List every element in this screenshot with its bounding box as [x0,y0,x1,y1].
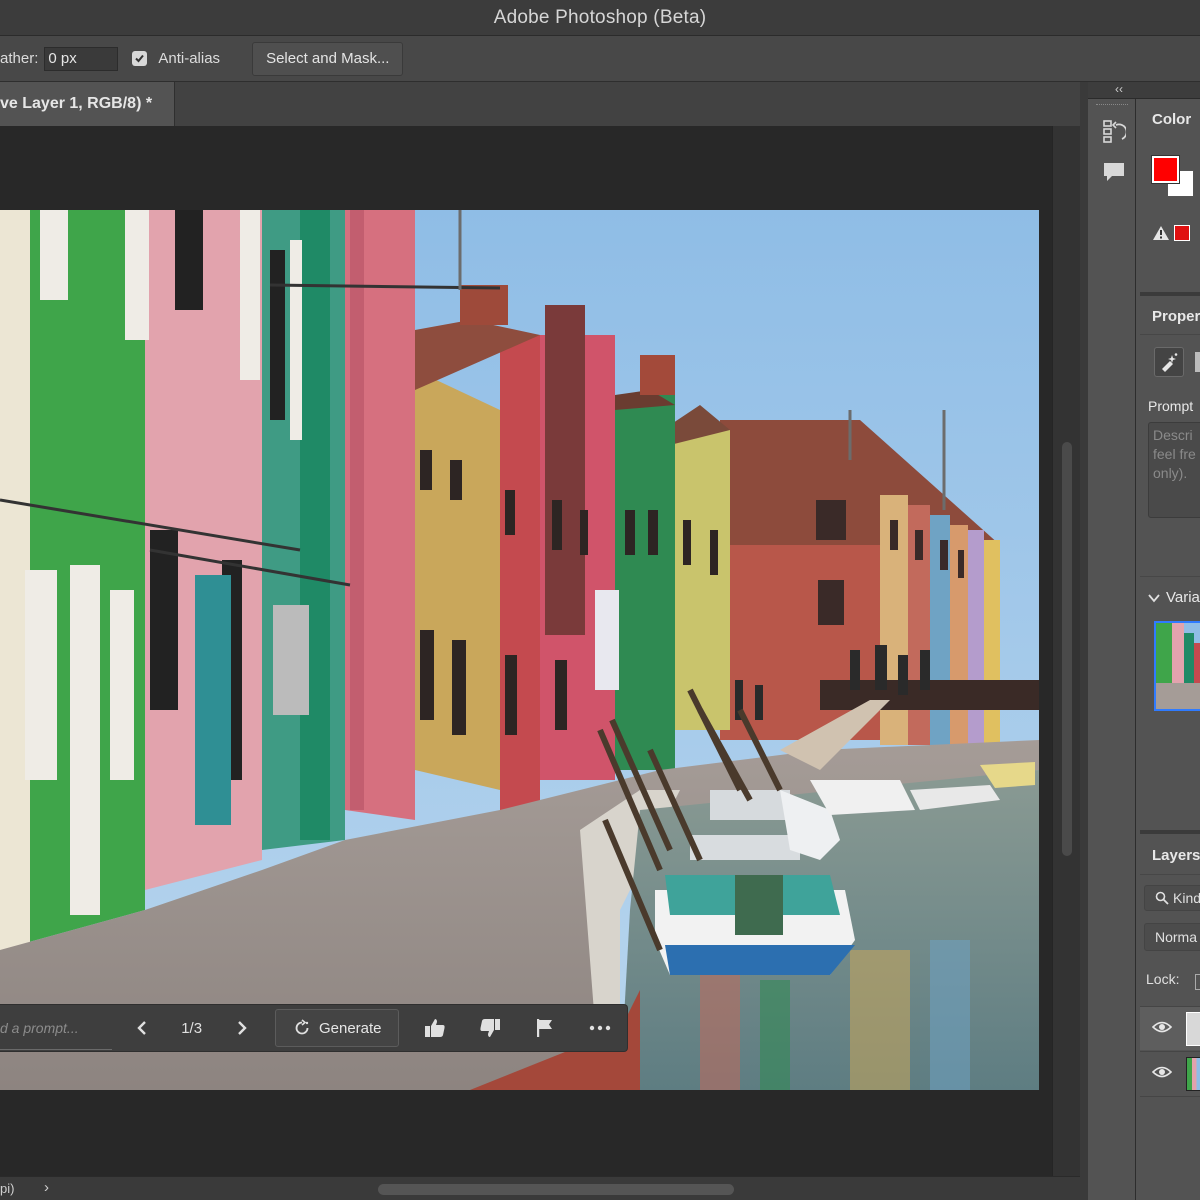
anti-alias-checkbox[interactable] [132,51,148,66]
status-menu-chevron-icon[interactable]: › [44,1179,49,1196]
blend-mode-select[interactable]: Norma [1144,923,1200,951]
collapse-chevron-icon[interactable]: ‹‹ [1115,82,1123,96]
more-icon [589,1025,610,1031]
status-bar: pi) › [0,1176,1080,1200]
thumbs-down-button[interactable] [462,1012,517,1044]
layers-divider [1140,874,1200,875]
document-info: pi) [0,1181,15,1196]
panel-dock-divider [1080,82,1088,1200]
options-bar: ather: 0 px Anti-alias Select and Mask..… [0,36,1200,82]
generate-button[interactable]: Generate [275,1009,400,1047]
layer-row[interactable] [1140,1051,1200,1095]
thumbs-up-icon [424,1019,445,1037]
variations-section: Varia [1140,576,1200,830]
document-tab[interactable]: ve Layer 1, RGB/8) * [0,82,175,126]
chevron-right-icon [237,1021,247,1035]
prompt-input[interactable]: d a prompt... [0,1006,112,1050]
color-panel-title: Color [1152,111,1192,128]
title-bar: Adobe Photoshop (Beta) [0,0,1200,36]
thumbs-down-icon [479,1019,500,1037]
next-variation-button[interactable] [226,1012,257,1044]
vertical-scrollbar[interactable] [1052,126,1080,1176]
variations-divider [1140,576,1200,577]
prompt-label: Prompt [1148,398,1194,414]
lock-transparency-button[interactable] [1195,974,1200,990]
variation-counter: 1/3 [181,1019,203,1037]
canvas-image[interactable] [0,210,1039,1090]
layers-empty-area [1140,1096,1200,1200]
scrollbar-thumb[interactable] [1062,442,1072,856]
prompt-placeholder-line: feel fre [1153,446,1196,462]
panel-collapse-bar[interactable]: ‹‹ [1088,82,1200,99]
eye-icon [1151,1021,1173,1033]
variation-preview-image [1156,623,1200,709]
checkmark-icon [135,54,145,63]
contextual-taskbar: d a prompt... 1/3 Generate [0,1004,628,1052]
more-options-button[interactable] [572,1012,627,1044]
properties-divider [1140,334,1200,335]
layer-row[interactable] [1140,1006,1200,1050]
select-and-mask-button[interactable]: Select and Mask... [252,41,404,76]
horizontal-scrollbar-thumb[interactable] [378,1184,734,1195]
history-icon [1103,120,1126,143]
layers-panel-title: Layers [1152,847,1200,864]
layers-panel: Layers Kind Norma Lock: [1140,834,1200,1200]
chevron-left-icon [136,1021,146,1035]
history-panel-button[interactable] [1096,117,1132,147]
comments-panel-button[interactable] [1096,157,1132,187]
generative-fill-icon [1162,353,1178,372]
report-button[interactable] [517,1012,572,1044]
search-icon [1155,891,1169,905]
window-title: Adobe Photoshop (Beta) [493,6,707,28]
secondary-tool-button[interactable] [1195,352,1200,372]
prompt-placeholder-line: Descri [1153,427,1193,443]
properties-panel: Proper Prompt Descri feel fre only). [1140,296,1200,576]
layer-filter-search[interactable]: Kind [1144,885,1200,911]
variations-collapse-button[interactable] [1148,590,1160,608]
gamut-color-swatch[interactable] [1174,225,1190,241]
chevron-down-icon [1148,594,1160,603]
anti-alias-label: Anti-alias [158,50,221,67]
panel-icon-strip [1088,99,1136,1200]
comment-icon [1104,163,1124,181]
lock-label: Lock: [1146,971,1180,987]
thumbs-up-button[interactable] [407,1012,462,1044]
document-tab-row: ve Layer 1, RGB/8) * [0,82,1080,126]
photoshop-window: Adobe Photoshop (Beta) ather: 0 px Anti-… [0,0,1200,1200]
gamut-warning[interactable] [1152,225,1170,246]
feather-input[interactable]: 0 px [44,46,119,71]
filter-kind-label: Kind [1173,890,1200,906]
feather-label: ather: [0,50,39,67]
color-panel: Color [1140,99,1200,292]
properties-panel-title: Proper [1152,308,1200,325]
previous-variation-button[interactable] [126,1012,157,1044]
generate-label: Generate [318,1019,382,1037]
flag-icon [536,1019,552,1037]
prompt-textarea[interactable]: Descri feel fre only). [1148,422,1200,518]
layer-visibility-toggle[interactable] [1151,1065,1173,1084]
generative-fill-button[interactable] [1154,347,1184,377]
prompt-placeholder-line: only). [1153,465,1188,481]
layer-thumbnail [1186,1012,1200,1046]
variation-thumbnail[interactable] [1154,621,1200,711]
grip-handle[interactable] [1096,104,1128,107]
layer-thumbnail [1186,1057,1200,1091]
variations-title: Varia [1166,589,1200,606]
refresh-icon [295,1019,309,1035]
foreground-color-swatch[interactable] [1152,156,1179,183]
eye-icon [1151,1066,1173,1078]
warning-icon [1153,226,1169,240]
photo-burano-canal [0,210,1039,1090]
layer-visibility-toggle[interactable] [1151,1020,1173,1039]
